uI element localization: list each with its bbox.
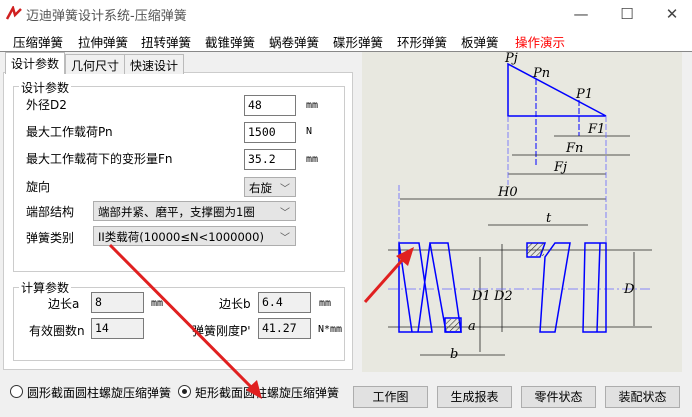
max-load-label: 最大工作载荷Pn	[26, 125, 113, 139]
rotation-value: 右旋	[249, 181, 272, 195]
max-load-input[interactable]: 1500	[244, 122, 296, 143]
label-pj: Pj	[504, 52, 518, 66]
deformation-unit: mm	[306, 154, 319, 165]
stiffness-output: 41.27	[258, 318, 311, 339]
label-p1: P1	[575, 87, 593, 102]
menu-demo[interactable]: 操作演示	[515, 32, 565, 51]
label-pn: Pn	[532, 66, 550, 81]
outer-diameter-label: 外径D2	[26, 98, 67, 112]
radio-rect-label[interactable]: 矩形截面圆柱螺旋压缩弹簧	[195, 384, 339, 401]
menu-scroll[interactable]: 蜗卷弹簧	[269, 32, 319, 51]
label-d2: D2	[493, 289, 513, 304]
label-a: a	[468, 319, 476, 334]
minimize-button[interactable]: —	[566, 4, 596, 24]
label-d: D	[623, 282, 635, 297]
coils-output: 14	[91, 318, 144, 339]
menu-bar: 压缩弹簧 拉伸弹簧 扭转弹簧 截锥弹簧 蜗卷弹簧 碟形弹簧 环形弹簧 板弹簧 操…	[0, 27, 692, 52]
rotation-select[interactable]: 右旋 ﹀	[244, 177, 296, 197]
label-b: b	[450, 347, 458, 362]
label-d1: D1	[471, 289, 491, 304]
outer-diameter-unit: mm	[306, 100, 319, 111]
spring-class-label: 弹簧类别	[26, 231, 75, 245]
menu-disc[interactable]: 碟形弹簧	[333, 32, 383, 51]
side-b-label: 边长b	[219, 297, 251, 311]
label-f1: F1	[587, 122, 605, 137]
end-structure-select[interactable]: 端部并紧、磨平，支撑圈为1圈 ﹀	[93, 201, 296, 221]
radio-rect-section[interactable]	[178, 385, 191, 398]
radio-round-label[interactable]: 圆形截面圆柱螺旋压缩弹簧	[27, 384, 171, 401]
load-triangle	[507, 62, 607, 166]
report-button[interactable]: 生成报表	[437, 386, 512, 408]
section-hatch	[527, 243, 544, 256]
assembly-state-button[interactable]: 装配状态	[605, 386, 680, 408]
app-logo-icon	[6, 6, 22, 20]
max-load-unit: N	[306, 126, 313, 137]
label-fn: Fn	[565, 141, 583, 156]
window-title: 迈迪弹簧设计系统-压缩弹簧	[26, 9, 187, 24]
chevron-down-icon: ﹀	[280, 208, 290, 219]
menu-leaf[interactable]: 板弹簧	[461, 32, 499, 51]
outer-diameter-input[interactable]: 48	[244, 95, 296, 116]
side-b-output: 6.4	[258, 292, 311, 313]
radio-round-section[interactable]	[10, 385, 23, 398]
maximize-button[interactable]: ☐	[612, 4, 642, 24]
menu-conical[interactable]: 截锥弹簧	[205, 32, 255, 51]
stiffness-label: 弹簧刚度P'	[192, 324, 251, 338]
tab-geometry[interactable]: 几何尺寸	[65, 54, 126, 74]
spring-class-select[interactable]: II类载荷(10000≤N<1000000) ﹀	[93, 226, 296, 246]
chevron-down-icon: ﹀	[280, 233, 290, 244]
menu-compression[interactable]: 压缩弹簧	[13, 32, 63, 51]
end-structure-label: 端部结构	[26, 205, 75, 219]
deformation-input[interactable]: 35.2	[244, 149, 296, 170]
label-t: t	[546, 211, 552, 226]
dimension-lines	[388, 116, 652, 356]
menu-tension[interactable]: 拉伸弹簧	[78, 32, 128, 51]
side-b-unit: mm	[319, 298, 332, 309]
spring-class-value: II类载荷(10000≤N<1000000)	[98, 230, 264, 244]
tab-quick-design[interactable]: 快速设计	[124, 54, 185, 74]
chevron-down-icon: ﹀	[280, 184, 290, 195]
stiffness-unit: N*mm	[318, 324, 343, 335]
drawing-button[interactable]: 工作图	[353, 386, 428, 408]
spring-diagram: Pj Pn P1 F1 Fn Fj H0 t D1 D2 D a b	[362, 51, 682, 372]
design-group-label: 设计参数	[19, 79, 72, 96]
tab-design-params[interactable]: 设计参数	[5, 52, 66, 74]
title-bar: 迈迪弹簧设计系统-压缩弹簧 — ☐ ✕	[0, 0, 692, 27]
section-hatch	[446, 319, 460, 331]
deformation-label: 最大工作载荷下的变形量Fn	[26, 152, 173, 166]
label-h0: H0	[497, 185, 518, 200]
spring-coils	[398, 242, 607, 333]
part-state-button[interactable]: 零件状态	[521, 386, 596, 408]
calc-group-label: 计算参数	[19, 279, 72, 296]
rotation-label: 旋向	[26, 180, 51, 194]
end-structure-value: 端部并紧、磨平，支撑圈为1圈	[98, 205, 255, 219]
menu-torsion[interactable]: 扭转弹簧	[141, 32, 191, 51]
menu-ring[interactable]: 环形弹簧	[397, 32, 447, 51]
side-a-label: 边长a	[48, 297, 80, 311]
label-fj: Fj	[553, 160, 567, 175]
coils-label: 有效圈数n	[29, 324, 85, 338]
side-a-unit: mm	[151, 298, 164, 309]
close-button[interactable]: ✕	[657, 4, 687, 24]
side-a-output: 8	[91, 292, 144, 313]
